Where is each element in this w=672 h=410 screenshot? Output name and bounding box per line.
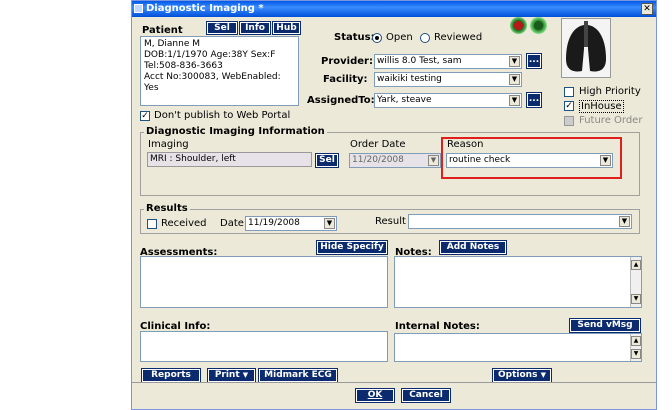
results-date-dropdown-icon[interactable]: ▼ [324,218,335,229]
results-legend: Results [144,203,190,214]
imaging-field[interactable]: MRI : Shoulder, left [147,152,312,167]
assessments-textarea[interactable] [140,256,388,308]
assigned-to-label: AssignedTo: [307,95,375,106]
order-date-field[interactable]: 11/20/2008 ▼ [349,153,441,168]
result-select[interactable]: ▼ [408,214,632,229]
high-priority-checkbox[interactable] [564,87,574,97]
internal-notes-label: Internal Notes: [395,321,480,332]
options-dropdown-icon[interactable]: ▼ [541,371,546,379]
notes-scroll-up-icon[interactable]: ▲ [631,260,641,270]
reports-button[interactable]: Reports [141,368,201,383]
future-order-checkbox[interactable] [564,116,574,126]
internal-notes-scrollbar[interactable]: ▲ ▼ [630,334,641,361]
window-app-icon [134,4,143,13]
internal-notes-textarea[interactable]: ▲ ▼ [394,333,642,362]
red-light-icon [510,17,527,34]
order-date-dropdown-icon[interactable]: ▼ [428,155,439,166]
dont-publish-label: Don't publish to Web Portal [154,110,291,121]
facility-dropdown-icon[interactable]: ▼ [509,74,520,85]
internal-notes-scroll-down-icon[interactable]: ▼ [631,349,641,359]
result-label: Result [375,216,406,227]
assigned-to-select[interactable]: Yark, steave ▼ [374,93,522,108]
reason-value: routine check [449,155,511,165]
lungs-xray-icon [561,18,611,78]
inhouse-label: InHouse [579,100,624,113]
patient-info-button[interactable]: Info [239,21,271,35]
future-order-label: Future Order [579,115,643,126]
assigned-to-lookup-button[interactable]: ... [526,92,542,108]
patient-sel-button[interactable]: Sel [206,21,238,35]
results-date-value: 11/19/2008 [248,218,300,228]
provider-value: willis 8.0 Test, sam [377,56,462,66]
results-date-field[interactable]: 11/19/2008 ▼ [245,216,337,231]
status-reviewed-radio[interactable] [420,33,430,43]
imaging-info-legend: Diagnostic Imaging Information [144,126,327,137]
order-date-label: Order Date [350,139,406,150]
print-dropdown-icon[interactable]: ▼ [243,371,248,379]
options-button[interactable]: Options ▼ [492,368,552,383]
internal-notes-scroll-up-icon[interactable]: ▲ [631,336,641,346]
window-title: Diagnostic Imaging * [146,3,264,14]
provider-label: Provider: [321,56,373,67]
facility-select[interactable]: waikiki testing ▼ [374,72,522,87]
print-label: Print [214,370,240,380]
patient-name: M, Dianne M [144,39,201,49]
patient-dob: DOB:1/1/1970 Age:38Y Sex:F [144,50,276,60]
dont-publish-checkbox[interactable]: ✓ [140,111,150,121]
patient-details-box: M, Dianne M DOB:1/1/1970 Age:38Y Sex:F T… [140,36,299,106]
send-vmsg-button[interactable]: Send vMsg [569,318,641,333]
imaging-label: Imaging [148,139,189,150]
ok-button[interactable]: OK [355,388,395,403]
high-priority-label: High Priority [579,86,641,97]
assigned-to-value: Yark, steave [377,95,432,105]
facility-label: Facility: [323,74,368,85]
result-dropdown-icon[interactable]: ▼ [619,216,630,227]
reason-label: Reason [447,139,484,150]
diagnostic-imaging-window: Diagnostic Imaging * ✕ Patient Sel Info … [131,0,657,410]
add-notes-button[interactable]: Add Notes [439,240,507,255]
clinical-info-textarea[interactable] [140,331,388,362]
green-light-icon [530,17,547,34]
status-open-radio[interactable] [372,33,382,43]
provider-select[interactable]: willis 8.0 Test, sam ▼ [374,54,522,69]
patient-tel: Tel:508-836-3663 [144,61,223,71]
received-checkbox[interactable] [147,219,157,229]
status-reviewed-label: Reviewed [434,32,483,43]
patient-acct: Acct No:300083, WebEnabled: [144,72,281,82]
title-bar: Diagnostic Imaging * ✕ [132,1,656,17]
options-label: Options [498,370,538,380]
received-label: Received [161,218,207,229]
assigned-to-dropdown-icon[interactable]: ▼ [509,95,520,106]
cancel-button[interactable]: Cancel [401,388,451,403]
provider-dropdown-icon[interactable]: ▼ [509,56,520,67]
notes-scrollbar[interactable]: ▲ ▼ [630,257,641,307]
notes-textarea[interactable]: ▲ ▼ [394,256,642,308]
imaging-value: MRI : Shoulder, left [150,154,236,164]
midmark-ecg-button[interactable]: Midmark ECG [258,368,338,383]
patient-label: Patient [142,25,183,36]
notes-scroll-down-icon[interactable]: ▼ [631,294,641,304]
provider-lookup-button[interactable]: ... [526,53,542,69]
imaging-sel-button[interactable]: Sel [315,153,339,168]
patient-web-enabled: Yes [144,83,159,93]
reason-dropdown-icon[interactable]: ▼ [600,155,611,166]
footer-divider [132,382,656,383]
status-open-label: Open [386,32,413,43]
hide-specify-button[interactable]: Hide Specify [316,240,388,255]
facility-value: waikiki testing [377,74,442,84]
print-button[interactable]: Print ▼ [207,368,256,383]
close-button[interactable]: ✕ [641,3,653,15]
inhouse-checkbox[interactable]: ✓ [564,101,574,111]
reason-select[interactable]: routine check ▼ [446,153,613,168]
order-date-value: 11/20/2008 [352,155,404,165]
patient-hub-button[interactable]: Hub [272,21,301,35]
status-label: Status: [334,32,375,43]
results-date-label: Date [220,218,244,229]
